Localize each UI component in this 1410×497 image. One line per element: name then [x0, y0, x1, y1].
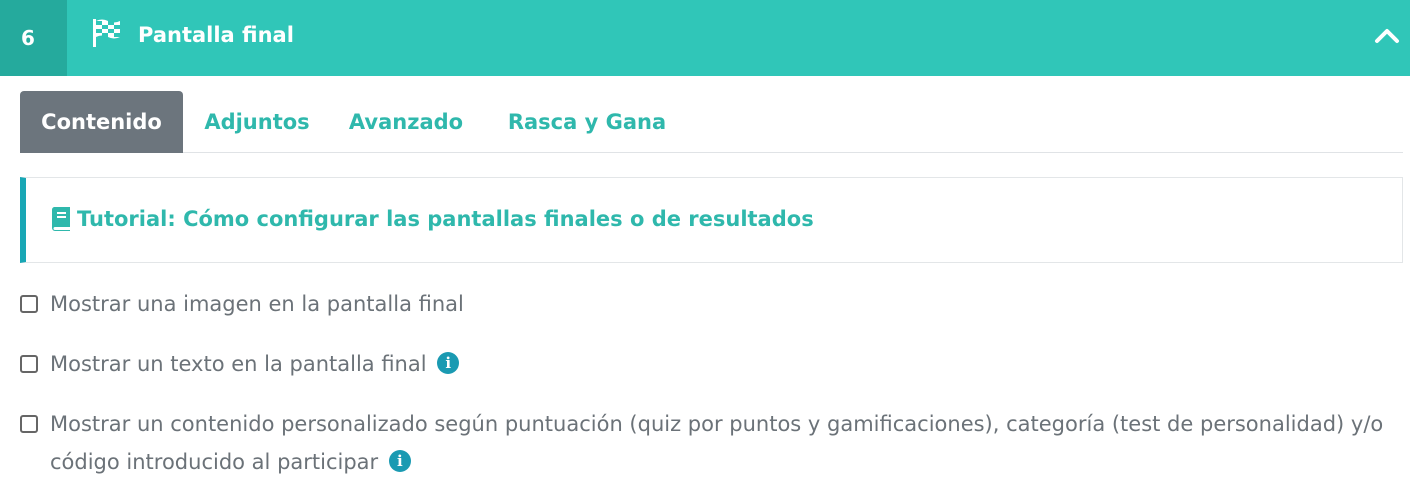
chevron-up-icon[interactable]	[1374, 24, 1400, 46]
tab-rasca-y-gana[interactable]: Rasca y Gana	[481, 91, 693, 153]
option-show-image: Mostrar una imagen en la pantalla final	[20, 285, 464, 323]
custom-content-label[interactable]: Mostrar un contenido personalizado según…	[50, 412, 1383, 474]
tab-avanzado[interactable]: Avanzado	[331, 91, 481, 153]
checkered-flag-icon	[93, 19, 120, 47]
section-title: Pantalla final	[138, 23, 294, 47]
tab-adjuntos[interactable]: Adjuntos	[183, 91, 331, 153]
book-icon	[51, 207, 70, 231]
show-image-label[interactable]: Mostrar una imagen en la pantalla final	[50, 285, 464, 323]
info-icon[interactable]: i	[437, 352, 460, 374]
section-header[interactable]: 6 Pantalla final	[0, 0, 1410, 76]
tab-contenido[interactable]: Contenido	[20, 91, 183, 153]
show-text-label[interactable]: Mostrar un texto en la pantalla final	[50, 352, 427, 376]
tutorial-link[interactable]: Tutorial: Cómo configurar las pantallas …	[77, 204, 814, 234]
option-show-text: Mostrar un texto en la pantalla final i	[20, 345, 460, 383]
step-number: 6	[0, 0, 67, 76]
info-icon[interactable]: i	[388, 450, 411, 472]
show-image-checkbox[interactable]	[20, 295, 38, 313]
custom-content-row: Mostrar un contenido personalizado según…	[50, 405, 1405, 481]
tutorial-callout: Tutorial: Cómo configurar las pantallas …	[20, 177, 1403, 263]
show-text-checkbox[interactable]	[20, 355, 38, 373]
option-custom-content: Mostrar un contenido personalizado según…	[20, 405, 1405, 481]
tab-bar: Contenido Adjuntos Avanzado Rasca y Gana	[20, 91, 1403, 153]
show-text-row: Mostrar un texto en la pantalla final i	[50, 345, 460, 383]
custom-content-checkbox[interactable]	[20, 415, 38, 433]
